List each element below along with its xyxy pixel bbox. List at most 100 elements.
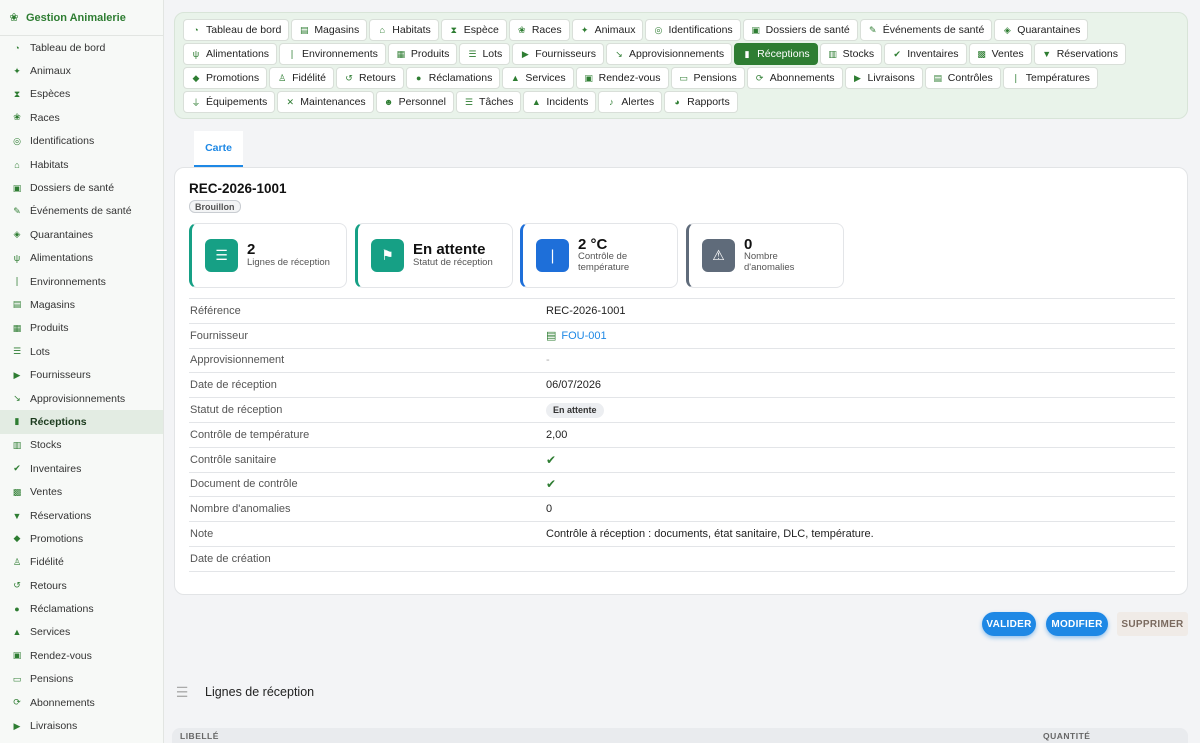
sidebar-item-especes[interactable]: ⧗ Espèces bbox=[0, 83, 163, 106]
sidebar-item-alimentations[interactable]: ψ Alimentations bbox=[0, 247, 163, 270]
sidebar-item-livraisons[interactable]: ▶ Livraisons bbox=[0, 714, 163, 737]
tab-incidents[interactable]: ▲ Incidents bbox=[523, 91, 597, 113]
tab-quarantaines[interactable]: ◈ Quarantaines bbox=[994, 19, 1089, 41]
sidebar-item-reservations[interactable]: ▼ Réservations bbox=[0, 504, 163, 527]
tab-reservations[interactable]: ▼ Réservations bbox=[1033, 43, 1126, 65]
clipboard-check-icon: ✔ bbox=[13, 463, 21, 474]
tab-rendez-vous[interactable]: ▣ Rendez-vous bbox=[575, 67, 669, 89]
tab-retours[interactable]: ↺ Retours bbox=[335, 67, 404, 89]
tab-stocks[interactable]: ▥ Stocks bbox=[819, 43, 883, 65]
detail-key: Date de réception bbox=[190, 379, 277, 392]
sidebar-item-receptions[interactable]: ▮ Réceptions bbox=[0, 410, 163, 434]
plug-icon: ⏚ bbox=[191, 97, 201, 108]
sidebar-item-label: Magasins bbox=[30, 298, 75, 311]
tab-produits[interactable]: ▦ Produits bbox=[387, 43, 458, 65]
tab-taches[interactable]: ☰ Tâches bbox=[455, 91, 522, 113]
tab-label: Produits bbox=[410, 48, 450, 60]
stat-label: Statut de réception bbox=[413, 256, 493, 268]
tab-fidelite[interactable]: ♙ Fidélité bbox=[269, 67, 334, 89]
tab-magasins[interactable]: ▤ Magasins bbox=[291, 19, 368, 41]
tab-animaux[interactable]: ✦ Animaux bbox=[571, 19, 644, 41]
delete-button[interactable]: SUPPRIMER bbox=[1117, 612, 1188, 636]
sidebar-item-abonnements[interactable]: ⟳ Abonnements bbox=[0, 691, 163, 714]
sidebar-item-rendez-vous[interactable]: ▣ Rendez-vous bbox=[0, 644, 163, 667]
tab-carte[interactable]: Carte bbox=[194, 131, 243, 167]
tab-label: Maintenances bbox=[300, 96, 366, 108]
sidebar-item-pensions[interactable]: ▭ Pensions bbox=[0, 668, 163, 691]
sidebar-item-retours[interactable]: ↺ Retours bbox=[0, 574, 163, 597]
tab-alimentations[interactable]: ψ Alimentations bbox=[183, 43, 278, 65]
sidebar-item-label: Réceptions bbox=[30, 415, 87, 428]
tab-abonnements[interactable]: ⟳ Abonnements bbox=[746, 67, 843, 89]
tab-label: Habitats bbox=[392, 24, 431, 36]
sidebar-item-promotions[interactable]: ◆ Promotions bbox=[0, 527, 163, 550]
sidebar-item-produits[interactable]: ▦ Produits bbox=[0, 317, 163, 340]
tab-rapports[interactable]: ◕ Rapports bbox=[664, 91, 738, 113]
stat-card: ☰ 2 Lignes de réception bbox=[189, 223, 347, 288]
tab-evenements-de-sante[interactable]: ✎ Événements de santé bbox=[859, 19, 993, 41]
tab-dossiers-de-sante[interactable]: ▣ Dossiers de santé bbox=[742, 19, 858, 41]
details-table: Référence REC-2026-1001 Fournisseur ▤ FOU-00… bbox=[189, 298, 1175, 572]
sidebar-item-magasins[interactable]: ▤ Magasins bbox=[0, 293, 163, 316]
tab-promotions[interactable]: ◆ Promotions bbox=[183, 67, 268, 89]
tab-maintenances[interactable]: ✕ Maintenances bbox=[277, 91, 374, 113]
tab-fournisseurs[interactable]: ▶ Fournisseurs bbox=[512, 43, 604, 65]
tab-espece[interactable]: ⧗ Espèce bbox=[440, 19, 507, 41]
sidebar-item-approvisionnements[interactable]: ↘ Approvisionnements bbox=[0, 387, 163, 410]
tab-reclamations[interactable]: ● Réclamations bbox=[405, 67, 501, 89]
column-header-quantite[interactable]: QUANTITÉ bbox=[1043, 731, 1090, 741]
tab-pensions[interactable]: ▭ Pensions bbox=[670, 67, 745, 89]
tab-ventes[interactable]: ▩ Ventes bbox=[968, 43, 1032, 65]
validate-button[interactable]: VALIDER bbox=[982, 612, 1036, 636]
tab-tableau-de-bord[interactable]: ◔ Tableau de bord bbox=[183, 19, 290, 41]
sidebar-item-habitats[interactable]: ⌂ Habitats bbox=[0, 153, 163, 176]
app-brand[interactable]: ❀ Gestion Animalerie bbox=[0, 0, 163, 36]
sidebar-item-inventaires[interactable]: ✔ Inventaires bbox=[0, 457, 163, 480]
sidebar-item-tableau-de-bord[interactable]: ◔ Tableau de bord bbox=[0, 36, 163, 59]
sidebar-item-ventes[interactable]: ▩ Ventes bbox=[0, 480, 163, 503]
sidebar-item-dossiers-de-sante[interactable]: ▣ Dossiers de santé bbox=[0, 176, 163, 199]
sidebar-item-label: Services bbox=[30, 626, 71, 639]
tab-label: Événements de santé bbox=[882, 24, 985, 36]
sidebar-item-quarantaines[interactable]: ◈ Quarantaines bbox=[0, 223, 163, 246]
sidebar-item-fidelite[interactable]: ♙ Fidélité bbox=[0, 551, 163, 574]
tab-label: Réservations bbox=[1056, 48, 1118, 60]
detail-row: Contrôle sanitaire ✔ bbox=[189, 448, 1175, 473]
tab-livraisons[interactable]: ▶ Livraisons bbox=[844, 67, 923, 89]
tab-identifications[interactable]: ◎ Identifications bbox=[645, 19, 741, 41]
tab-environnements[interactable]: ❘ Environnements bbox=[279, 43, 386, 65]
tab-controles[interactable]: ▤ Contrôles bbox=[924, 67, 1001, 89]
sidebar-item-fournisseurs[interactable]: ▶ Fournisseurs bbox=[0, 363, 163, 386]
tab-label: Rendez-vous bbox=[598, 72, 661, 84]
sidebar-item-environnements[interactable]: ❘ Environnements bbox=[0, 270, 163, 293]
tab-services[interactable]: ▲ Services bbox=[502, 67, 574, 89]
tab-receptions[interactable]: ▮ Réceptions bbox=[734, 43, 818, 65]
sidebar-item-label: Événements de santé bbox=[30, 205, 132, 218]
sidebar-item-races[interactable]: ❀ Races bbox=[0, 106, 163, 129]
tab-approvisionnements[interactable]: ↘ Approvisionnements bbox=[606, 43, 733, 65]
tab-races[interactable]: ❀ Races bbox=[508, 19, 570, 41]
sidebar-item-animaux[interactable]: ✦ Animaux bbox=[0, 59, 163, 82]
shield-icon: ◈ bbox=[13, 229, 21, 240]
detail-row: Nombre d'anomalies 0 bbox=[189, 497, 1175, 523]
tab-alertes[interactable]: ♪ Alertes bbox=[598, 91, 663, 113]
sidebar-item-label: Produits bbox=[30, 322, 69, 335]
edit-button[interactable]: MODIFIER bbox=[1046, 612, 1108, 636]
sidebar-item-lots[interactable]: ☰ Lots bbox=[0, 340, 163, 363]
bookmark-icon: ▼ bbox=[12, 510, 22, 521]
tab-habitats[interactable]: ⌂ Habitats bbox=[369, 19, 439, 41]
sidebar-item-stocks[interactable]: ▥ Stocks bbox=[0, 434, 163, 457]
sidebar-item-label: Abonnements bbox=[30, 696, 95, 709]
tab-lots[interactable]: ☰ Lots bbox=[459, 43, 511, 65]
tags-icon: ◆ bbox=[192, 72, 200, 83]
column-header-libelle[interactable]: LIBELLÉ bbox=[180, 731, 1043, 741]
supplier-link[interactable]: FOU-001 bbox=[561, 330, 606, 342]
tab-equipements[interactable]: ⏚ Équipements bbox=[183, 91, 276, 113]
sidebar-item-identifications[interactable]: ◎ Identifications bbox=[0, 130, 163, 153]
tab-personnel[interactable]: ☻ Personnel bbox=[375, 91, 454, 113]
sidebar-item-services[interactable]: ▲ Services bbox=[0, 621, 163, 644]
tab-inventaires[interactable]: ✔ Inventaires bbox=[884, 43, 967, 65]
tab-temperatures[interactable]: ❘ Températures bbox=[1002, 67, 1098, 89]
sidebar-item-reclamations[interactable]: ● Réclamations bbox=[0, 597, 163, 620]
sidebar-item-evenements-de-sante[interactable]: ✎ Événements de santé bbox=[0, 200, 163, 223]
